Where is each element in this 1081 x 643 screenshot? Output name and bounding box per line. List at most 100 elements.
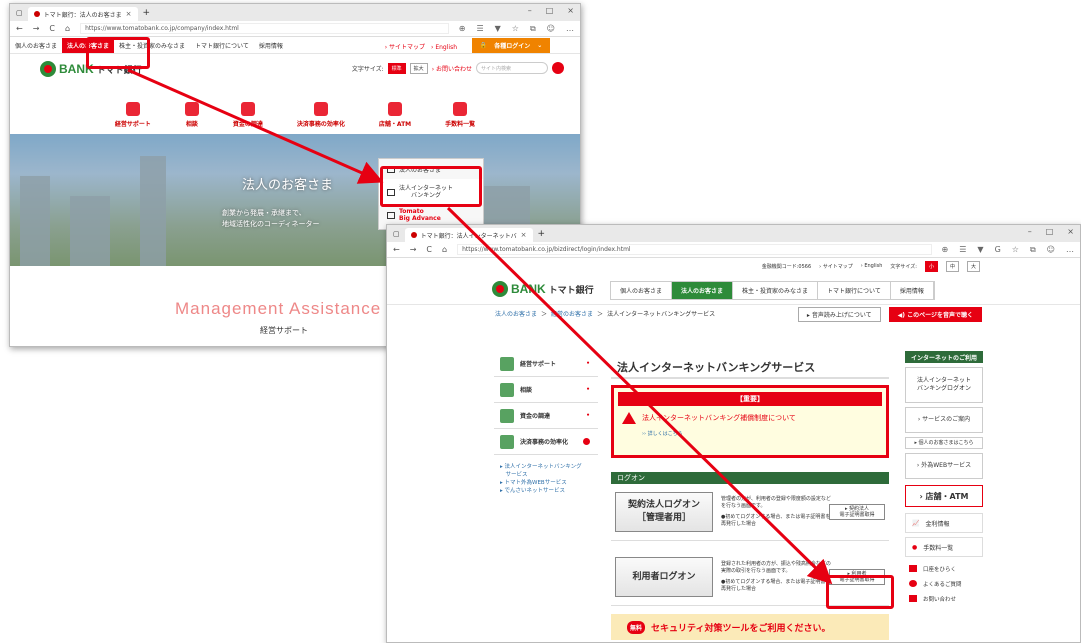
side-item-funding[interactable]: 資金の調達 • [494,403,598,429]
tab-actions-icon[interactable]: ▢ [16,9,23,17]
nav-corporate[interactable]: 法人のお客さま [672,282,734,299]
close-tab-icon[interactable]: × [521,231,527,239]
home-icon[interactable]: ⌂ [442,245,447,254]
profile-icon[interactable]: ☺ [547,24,555,34]
ib-login-link[interactable]: 法人インターネット バンキングログオン [905,367,983,403]
forward-icon[interactable]: → [33,24,40,33]
browser-tab[interactable]: トマト銀行：法人のお客さま × [27,7,138,21]
individual-link[interactable]: ▸ 個人のお客さまはこちら [905,437,983,449]
bank-logo[interactable]: BANK トマト銀行 [492,281,594,297]
nav-individual[interactable]: 個人のお客さま [10,41,62,50]
reload-icon[interactable]: C [49,24,55,33]
maximize-icon[interactable]: □ [546,6,554,15]
dropdown-item-corporate[interactable]: 法人のお客さま [379,159,483,179]
collections-icon[interactable]: ⧉ [530,24,536,34]
fee-link[interactable]: ● 手数料一覧 [905,537,983,557]
new-tab-icon[interactable]: + [538,229,546,239]
cat-management[interactable]: 経営サポート [115,102,151,128]
nav-corporate[interactable]: 法人のお客さま [62,37,115,53]
nav-recruit[interactable]: 採用情報 [891,282,934,299]
forward-icon[interactable]: → [410,245,417,254]
search-icon[interactable] [552,62,564,74]
search-input[interactable]: サイト内検索 [476,62,548,74]
crumb-link[interactable]: 経営のお客さま [551,309,593,318]
inquiry-link[interactable]: お問い合わせ [905,591,983,606]
open-account-link[interactable]: 口座をひらく [905,561,983,576]
security-banner[interactable]: 無料 セキュリティ対策ツールをご利用ください。 [611,614,889,640]
subnav-ib[interactable]: ▸ 法人インターネットバンキング [500,463,598,471]
side-item-settlement[interactable]: 決済事務の効率化 [494,429,598,455]
user-cert-button[interactable]: ▸ 利用者 電子証明書取得 [829,569,885,585]
fx-web-link[interactable]: › 外為WEBサービス [905,453,983,479]
cat-funding[interactable]: 資金の調達 [233,102,263,128]
close-tab-icon[interactable]: × [126,10,132,18]
header-links[interactable]: › サイトマップ › English [380,42,462,51]
bank-logo[interactable]: BANK トマト銀行 [40,61,142,77]
atm-link[interactable]: › 店舗・ATM [905,485,983,507]
font-size-medium[interactable]: 中 [945,260,959,272]
subnav-fx[interactable]: ▸ トマト外為WEBサービス [500,479,598,487]
user-login-button[interactable]: 利用者ログオン [615,557,713,597]
nav-individual[interactable]: 個人のお客さま [611,282,673,299]
subnav-ib-cont[interactable]: サービス [500,471,598,479]
warning-row[interactable]: 法人インターネットバンキング補償制度について [614,412,886,424]
nav-investors[interactable]: 株主・投資家のみなさま [733,282,819,299]
browser-tab[interactable]: トマト銀行：法人インターネットバ × [404,228,533,242]
contract-login-button[interactable]: 契約法人ログオン ［管理者用］ [615,492,713,532]
reader-icon[interactable]: ☰ [959,245,966,255]
reader-icon[interactable]: ☰ [476,24,483,34]
close-window-icon[interactable]: × [567,6,574,15]
nav-recruit[interactable]: 採用情報 [254,41,288,50]
sitemap-link[interactable]: › サイトマップ [819,263,853,270]
more-link[interactable]: ›› 詳しくはこちら [614,430,886,437]
profile-icon[interactable]: ☺ [1047,245,1055,255]
tab-actions-icon[interactable]: ▢ [393,230,400,238]
audio-info-button[interactable]: ▸ 音声読み上げについて [797,307,881,322]
zoom-icon[interactable]: ⊕ [942,245,949,255]
minimize-icon[interactable]: – [1028,227,1032,236]
minimize-icon[interactable]: – [528,6,532,15]
contract-cert-button[interactable]: ▸ 契約法人 電子証明書取得 [829,504,885,520]
refresh-icon[interactable]: G [995,245,1001,255]
nav-about[interactable]: トマト銀行について [190,41,254,50]
rate-link[interactable]: 📈 金利情報 [905,513,983,533]
contact-link[interactable]: › お問い合わせ [432,64,472,73]
cat-consult[interactable]: 相談 [184,102,199,128]
shield-icon[interactable]: ▼ [977,245,983,255]
side-item-consult[interactable]: 相談 • [494,377,598,403]
url-input[interactable]: https://www.tomatobank.co.jp/company/ind… [80,23,449,34]
side-item-management[interactable]: 経営サポート • [494,351,598,377]
favorites-icon[interactable]: ☆ [512,24,519,34]
back-icon[interactable]: ← [16,24,23,33]
english-link[interactable]: › English [861,263,883,269]
cat-settlement[interactable]: 決済事務の効率化 [297,102,345,128]
shield-icon[interactable]: ▼ [495,24,501,34]
font-size-standard[interactable]: 標準 [387,62,406,74]
service-guide-link[interactable]: › サービスのご案内 [905,407,983,433]
favorites-icon[interactable]: ☆ [1012,245,1019,255]
collections-icon[interactable]: ⧉ [1030,245,1036,255]
more-icon[interactable]: … [566,24,574,34]
cat-fees[interactable]: 手数料一覧 [445,102,475,128]
more-icon[interactable]: … [1066,245,1074,255]
reload-icon[interactable]: C [426,245,432,254]
nav-about[interactable]: トマト銀行について [818,282,891,299]
dropdown-item-ib[interactable]: 法人インターネット バンキング [379,179,483,205]
url-input[interactable]: https://www.tomatobank.co.jp/bizdirect/l… [457,244,932,255]
back-icon[interactable]: ← [393,245,400,254]
dropdown-item-tomato[interactable]: Tomato Big Advance [379,205,483,225]
new-tab-icon[interactable]: + [143,8,151,18]
font-size-large[interactable]: 大 [966,260,980,272]
cat-atm[interactable]: 店舗・ATM [379,102,411,128]
font-size-small[interactable]: 小 [924,260,938,272]
zoom-icon[interactable]: ⊕ [459,24,466,34]
faq-link[interactable]: よくあるご質問 [905,576,983,591]
login-button[interactable]: 🔒 各種ログイン ⌄ [472,38,550,53]
maximize-icon[interactable]: □ [1046,227,1054,236]
font-size-large[interactable]: 拡大 [409,62,428,74]
crumb-link[interactable]: 法人のお客さま [495,309,537,318]
voice-button[interactable]: ◀) このページを音声で聴く [888,307,982,322]
nav-investors[interactable]: 株主・投資家のみなさま [114,41,190,50]
subnav-densai[interactable]: ▸ でんさいネットサービス [500,487,598,495]
home-icon[interactable]: ⌂ [65,24,70,33]
